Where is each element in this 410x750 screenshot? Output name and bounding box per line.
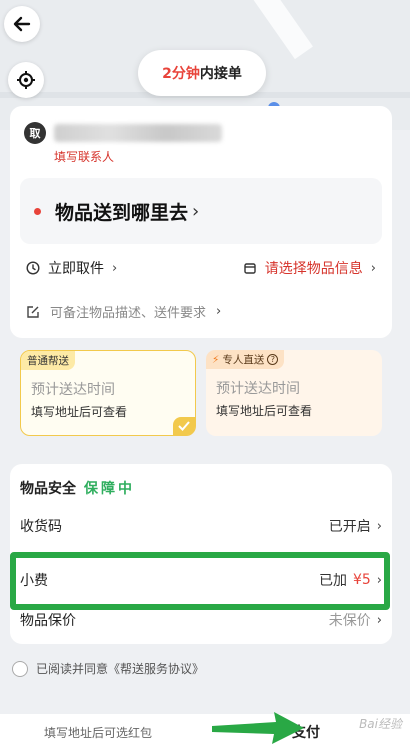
- meta-row: 立即取件 › 请选择物品信息 ›: [26, 256, 376, 280]
- pickup-time-label: 立即取件: [48, 261, 104, 277]
- destination-dot: [34, 207, 41, 215]
- coupon-hint: 填写地址后可选红包: [44, 726, 153, 740]
- chevron-right-icon: ›: [376, 518, 382, 534]
- fill-contact-link[interactable]: 填写联系人: [54, 148, 114, 165]
- safety-header: 物品安全 保障中: [20, 478, 135, 498]
- pickup-badge: 取: [24, 122, 46, 144]
- service-options: 普通帮送 预计送达时间 填写地址后可查看 ⚡ 专人直送 ? 预计送达时间 填写地…: [10, 350, 392, 454]
- row-label: 物品保价: [20, 613, 76, 629]
- note-input[interactable]: 可备注物品描述、送件要求 ›: [26, 302, 221, 321]
- tip-highlight-frame: [10, 552, 390, 610]
- locate-button[interactable]: [8, 62, 44, 98]
- crosshair-icon: [17, 71, 35, 89]
- destination-input[interactable]: 物品送到哪里去 ›: [20, 178, 382, 244]
- row-value: 未保价 ›: [329, 610, 382, 630]
- agreement-checkbox[interactable]: [12, 660, 28, 677]
- chevron-right-icon: ›: [370, 260, 376, 276]
- destination-label: 物品送到哪里去: [55, 201, 189, 224]
- service-option-normal[interactable]: 普通帮送 预计送达时间 填写地址后可查看: [20, 350, 196, 436]
- safety-badge: 保障中: [84, 481, 135, 497]
- chevron-right-icon: ›: [216, 304, 222, 319]
- pickup-address-blurred: [54, 124, 222, 142]
- arrow-annotation-icon: [212, 712, 304, 744]
- service-tag: 普通帮送: [21, 351, 75, 370]
- help-icon[interactable]: ?: [267, 354, 279, 365]
- delivery-code-row[interactable]: 收货码 已开启 ›: [20, 514, 382, 538]
- row-value-text: 未保价: [328, 613, 371, 629]
- service-tag: ⚡ 专人直送 ?: [206, 350, 285, 369]
- check-icon: [173, 417, 195, 435]
- service-option-express[interactable]: ⚡ 专人直送 ? 预计送达时间 填写地址后可查看: [206, 350, 382, 436]
- eta-number: 2分钟: [162, 66, 200, 82]
- eta-suffix: 内接单: [199, 66, 242, 82]
- address-card: 取 填写联系人 物品送到哪里去 › 立即取件 › 请选择物品信息 › 可备注物品…: [10, 106, 392, 338]
- watermark: Bai经验: [359, 717, 402, 731]
- note-placeholder: 可备注物品描述、送件要求: [50, 306, 207, 321]
- arrow-left-icon: [13, 16, 31, 32]
- service-tag-label: 专人直送: [222, 354, 265, 366]
- chevron-right-icon: ›: [112, 260, 118, 276]
- row-value-text: 已开启: [328, 519, 371, 535]
- pickup-address-row[interactable]: 取: [24, 122, 222, 144]
- agreement-row[interactable]: 已阅读并同意《帮送服务协议》: [12, 660, 204, 677]
- chevron-right-icon: ›: [376, 612, 382, 628]
- clock-icon: [26, 261, 40, 275]
- map-road: [249, 0, 313, 60]
- row-value: 已开启 ›: [329, 516, 382, 536]
- lightning-icon: ⚡: [212, 353, 220, 366]
- edit-icon: [27, 305, 39, 318]
- service-eta: 预计送达时间: [31, 382, 115, 398]
- safety-title: 物品安全: [20, 481, 76, 497]
- bottom-bar: 填写地址后可选红包 支付: [0, 714, 410, 750]
- agreement-text[interactable]: 已阅读并同意《帮送服务协议》: [36, 660, 204, 677]
- service-eta: 预计送达时间: [216, 381, 300, 397]
- box-icon: [244, 263, 256, 274]
- item-info-label: 请选择物品信息: [264, 261, 363, 277]
- back-button[interactable]: [4, 6, 40, 42]
- chevron-right-icon: ›: [192, 200, 200, 222]
- pickup-time-selector[interactable]: 立即取件 ›: [26, 258, 117, 278]
- item-info-selector[interactable]: 请选择物品信息 ›: [243, 258, 376, 278]
- service-sub: 填写地址后可查看: [31, 405, 128, 419]
- row-label: 收货码: [20, 519, 62, 535]
- insurance-row[interactable]: 物品保价 未保价 ›: [20, 608, 382, 632]
- service-sub: 填写地址后可查看: [216, 404, 313, 418]
- eta-pill: 2分钟 内接单: [138, 50, 266, 96]
